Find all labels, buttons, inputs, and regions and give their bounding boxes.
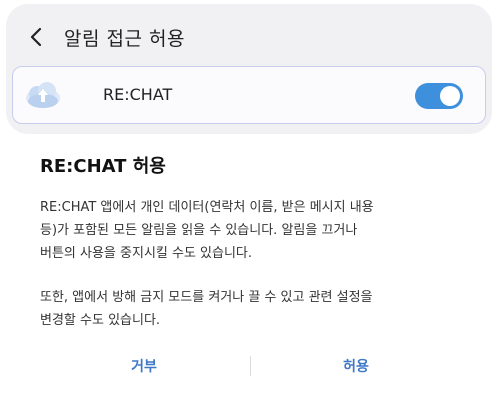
app-row-rechat[interactable]: RE:CHAT: [12, 66, 486, 124]
deny-button[interactable]: 거부: [84, 348, 204, 384]
dialog-paragraph-1: RE:CHAT 앱에서 개인 데이터(연락처 이름, 받은 메시지 내용 등)가…: [40, 196, 470, 265]
notification-access-toggle[interactable]: [415, 83, 463, 109]
page-title: 알림 접근 허용: [64, 27, 185, 50]
dialog-paragraph-2: 또한, 앱에서 방해 금지 모드를 켜거나 끌 수 있고 관련 설정을 변경할 …: [40, 286, 470, 332]
body-line: 변경할 수도 있습니다.: [40, 313, 161, 328]
dialog-body: RE:CHAT 앱에서 개인 데이터(연락처 이름, 받은 메시지 내용 등)가…: [40, 196, 470, 353]
dialog-title: RE:CHAT 허용: [40, 156, 166, 177]
body-line: 또한, 앱에서 방해 금지 모드를 켜거나 끌 수 있고 관련 설정을: [40, 290, 373, 305]
allow-button[interactable]: 허용: [296, 348, 416, 384]
header: 알림 접근 허용: [22, 20, 185, 54]
chevron-left-icon: [30, 27, 42, 47]
dialog-actions: 거부 허용: [12, 348, 486, 384]
toggle-knob: [440, 86, 460, 106]
body-line: 등)가 포함된 모든 알림을 읽을 수 있습니다. 알림을 끄거나: [40, 223, 358, 238]
body-line: 버튼의 사용을 중지시킬 수도 있습니다.: [40, 246, 253, 261]
permission-dialog: RE:CHAT 허용 RE:CHAT 앱에서 개인 데이터(연락처 이름, 받은…: [12, 134, 486, 390]
app-name: RE:CHAT: [103, 85, 173, 104]
button-divider: [250, 356, 251, 376]
cloud-upload-icon: [26, 82, 60, 108]
body-line: RE:CHAT 앱에서 개인 데이터(연락처 이름, 받은 메시지 내용: [40, 200, 374, 215]
back-button[interactable]: [22, 22, 52, 52]
